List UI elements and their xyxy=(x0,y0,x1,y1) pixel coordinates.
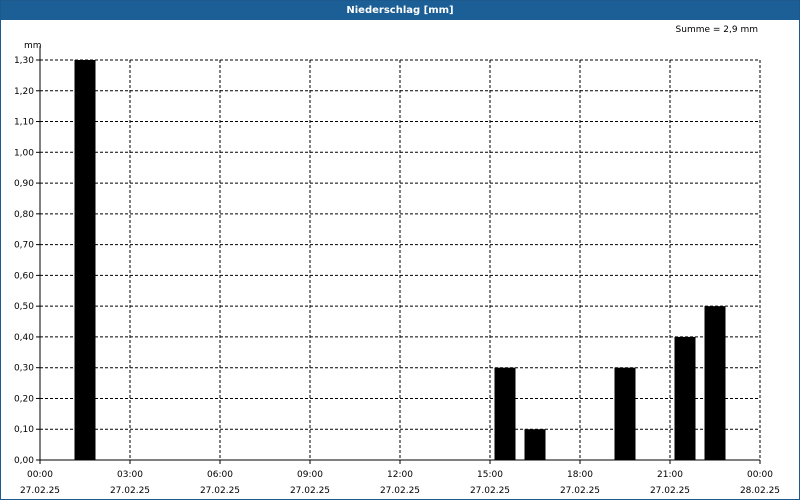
x-tick-date-label: 27.02.25 xyxy=(650,486,690,496)
x-tick-time-label: 18:00 xyxy=(567,470,593,480)
x-tick-time-label: 00:00 xyxy=(27,470,53,480)
x-tick-time-label: 12:00 xyxy=(387,470,413,480)
y-tick-label: 0,00 xyxy=(14,456,34,466)
x-tick-time-label: 09:00 xyxy=(297,470,323,480)
x-tick-time-label: 21:00 xyxy=(657,470,683,480)
y-tick-label: 1,20 xyxy=(14,87,34,97)
x-tick-time-label: 00:00 xyxy=(747,470,773,480)
y-tick-label: 0,10 xyxy=(14,425,34,435)
bar xyxy=(524,429,546,460)
y-tick-label: 0,90 xyxy=(14,179,34,189)
x-tick-date-label: 27.02.25 xyxy=(20,486,60,496)
x-tick-date-label: 27.02.25 xyxy=(560,486,600,496)
y-tick-label: 0,40 xyxy=(14,333,34,343)
y-tick-label: 1,10 xyxy=(14,118,34,128)
y-tick-label: 0,60 xyxy=(14,271,34,281)
y-tick-label: 0,30 xyxy=(14,364,34,374)
bar xyxy=(704,306,726,460)
bar xyxy=(674,336,696,460)
x-tick-date-label: 28.02.25 xyxy=(740,486,780,496)
precipitation-chart: mm 0,00 0,10 0,20 0,30 0,40 0,50 0,60 0,70 0,80 0,… xyxy=(14,41,780,496)
x-tick-date-label: 27.02.25 xyxy=(380,486,420,496)
y-tick-label: 0,70 xyxy=(14,241,34,251)
bar xyxy=(494,367,516,460)
x-tick-time-label: 06:00 xyxy=(207,470,233,480)
x-tick-date-label: 27.02.25 xyxy=(110,486,150,496)
y-axis-label: mm xyxy=(24,41,42,51)
x-tick-date-label: 27.02.25 xyxy=(470,486,510,496)
x-tick-time-label: 15:00 xyxy=(477,470,503,480)
y-tick-label: 1,30 xyxy=(14,56,34,66)
x-tick-time-label: 03:00 xyxy=(117,470,143,480)
y-tick-label: 0,20 xyxy=(14,394,34,404)
y-tick-label: 0,80 xyxy=(14,210,34,220)
y-tick-label: 0,50 xyxy=(14,302,34,312)
bar xyxy=(74,60,96,460)
x-tick-date-label: 27.02.25 xyxy=(290,486,330,496)
x-tick-date-label: 27.02.25 xyxy=(200,486,240,496)
y-tick-label: 1,00 xyxy=(14,148,34,158)
bar xyxy=(614,367,636,460)
